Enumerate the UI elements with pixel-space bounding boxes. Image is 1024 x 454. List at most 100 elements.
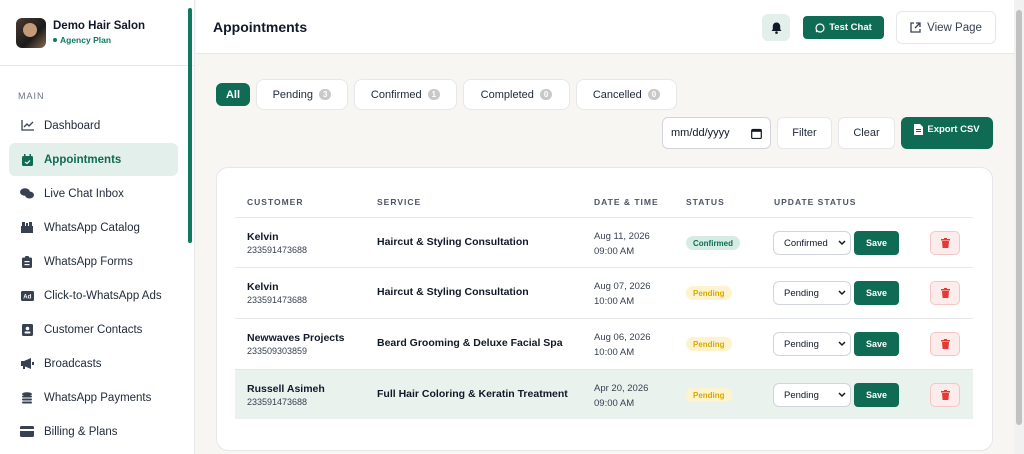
save-button[interactable]: Save (854, 332, 899, 356)
sidebar-item-label: Billing & Plans (44, 425, 118, 438)
date-filter-input[interactable]: mm/dd/yyyy (662, 117, 771, 149)
delete-button[interactable] (930, 281, 960, 305)
scrollbar-thumb[interactable] (1016, 10, 1022, 425)
count-badge: 0 (647, 89, 661, 100)
save-button[interactable]: Save (854, 281, 899, 305)
calendar-picker-icon[interactable] (751, 128, 762, 139)
sidebar-item-ctwa-ads[interactable]: Ad Click-to-WhatsApp Ads (9, 279, 178, 312)
svg-text:Ad: Ad (23, 294, 31, 300)
coins-icon (20, 391, 34, 404)
sidebar-item-label: Dashboard (44, 119, 101, 132)
status-badge: Confirmed (686, 236, 740, 250)
sidebar-item-label: Appointments (44, 153, 122, 166)
delete-button[interactable] (930, 383, 960, 407)
tab-all[interactable]: All (216, 83, 250, 106)
column-header-datetime: DATE & TIME (594, 197, 659, 207)
customer-phone: 233509303859 (247, 346, 308, 356)
save-button[interactable]: Save (854, 383, 899, 407)
sidebar-item-contacts[interactable]: Customer Contacts (9, 313, 178, 346)
column-header-status: STATUS (686, 197, 725, 207)
megaphone-icon (20, 358, 34, 370)
chevron-down-icon (838, 392, 846, 398)
chevron-down-icon (838, 240, 846, 246)
clear-button[interactable]: Clear (838, 117, 895, 149)
plan-dot-icon (53, 38, 57, 42)
table-row: Newwaves Projects 233509303859 Beard Gro… (235, 318, 973, 368)
tab-completed[interactable]: Completed 0 (463, 79, 570, 110)
comments-icon (20, 188, 34, 200)
ad-icon: Ad (20, 290, 34, 302)
status-select[interactable]: Confirmed (773, 231, 851, 255)
sidebar-item-catalog[interactable]: WhatsApp Catalog (9, 211, 178, 244)
store-icon (20, 222, 34, 234)
credit-card-icon (20, 426, 34, 438)
tab-cancelled[interactable]: Cancelled 0 (576, 79, 677, 110)
appointment-datetime: Aug 06, 2026 10:00 AM (594, 332, 651, 358)
count-badge: 1 (427, 89, 441, 100)
tab-confirmed[interactable]: Confirmed 1 (354, 79, 457, 110)
sidebar-item-appointments[interactable]: Appointments (9, 143, 178, 176)
service-name: Haircut & Styling Consultation (377, 286, 529, 298)
column-header-update-status: UPDATE STATUS (774, 197, 857, 207)
save-button[interactable]: Save (854, 231, 899, 255)
status-select[interactable]: Pending (773, 281, 851, 305)
status-select[interactable]: Pending (773, 332, 851, 356)
test-chat-button[interactable]: Test Chat (803, 16, 884, 39)
trash-icon (940, 339, 950, 349)
status-badge: Pending (686, 337, 732, 351)
sidebar: Demo Hair Salon Agency Plan MAIN Dashboa… (0, 0, 195, 454)
customer-phone: 233591473688 (247, 397, 308, 407)
tab-pending[interactable]: Pending 3 (256, 79, 348, 110)
status-badge: Pending (686, 388, 732, 402)
page-scrollbar[interactable] (1014, 0, 1024, 454)
table-row: Kelvin 233591473688 Haircut & Styling Co… (235, 267, 973, 317)
sidebar-item-live-chat[interactable]: Live Chat Inbox (9, 177, 178, 210)
contact-card-icon (20, 323, 34, 336)
brand-name: Demo Hair Salon (53, 20, 146, 32)
table-row: Kelvin 233591473688 Haircut & Styling Co… (235, 217, 973, 267)
delete-button[interactable] (930, 332, 960, 356)
delete-button[interactable] (930, 231, 960, 255)
customer-phone: 233591473688 (247, 295, 308, 305)
calendar-icon (20, 153, 34, 166)
sidebar-item-label: WhatsApp Catalog (44, 221, 140, 234)
service-name: Beard Grooming & Deluxe Facial Spa (377, 337, 563, 349)
sidebar-item-broadcasts[interactable]: Broadcasts (9, 347, 178, 380)
sidebar-scrollbar[interactable] (188, 8, 192, 243)
notifications-button[interactable] (762, 14, 790, 41)
salon-avatar (16, 17, 46, 48)
sidebar-item-dashboard[interactable]: Dashboard (9, 109, 178, 142)
sidebar-item-billing[interactable]: Billing & Plans (9, 415, 178, 448)
view-page-button[interactable]: View Page (896, 11, 996, 44)
sidebar-item-label: Live Chat Inbox (44, 187, 124, 200)
file-csv-icon (914, 124, 924, 135)
customer-phone: 233591473688 (247, 245, 308, 255)
section-label-main: MAIN (18, 91, 45, 101)
customer-name: Russell Asimeh (247, 383, 325, 395)
status-tabs: All Pending 3 Confirmed 1 Completed 0 Cance… (216, 79, 677, 110)
sidebar-item-label: Click-to-WhatsApp Ads (44, 289, 162, 302)
bell-icon (771, 22, 781, 34)
chart-icon (20, 120, 34, 132)
sidebar-item-label: Broadcasts (44, 357, 102, 370)
brand-header[interactable]: Demo Hair Salon Agency Plan (0, 0, 194, 66)
filter-button[interactable]: Filter (777, 117, 832, 149)
whatsapp-icon (815, 22, 825, 33)
export-csv-button[interactable]: Export CSV (901, 117, 993, 149)
table-row: Russell Asimeh 233591473688 Full Hair Co… (235, 369, 973, 419)
customer-name: Kelvin (247, 231, 279, 243)
customer-name: Newwaves Projects (247, 332, 345, 344)
count-badge: 3 (318, 89, 332, 100)
sidebar-item-forms[interactable]: WhatsApp Forms (9, 245, 178, 278)
sidebar-item-label: WhatsApp Payments (44, 391, 152, 404)
appointment-datetime: Apr 20, 2026 09:00 AM (594, 383, 649, 409)
sidebar-item-payments[interactable]: WhatsApp Payments (9, 381, 178, 414)
column-header-customer: CUSTOMER (247, 197, 304, 207)
status-select[interactable]: Pending (773, 383, 851, 407)
appointment-datetime: Aug 11, 2026 09:00 AM (594, 231, 650, 257)
clipboard-icon (20, 255, 34, 268)
service-name: Haircut & Styling Consultation (377, 236, 529, 248)
column-header-service: SERVICE (377, 197, 422, 207)
trash-icon (940, 390, 950, 400)
chevron-down-icon (838, 290, 846, 296)
